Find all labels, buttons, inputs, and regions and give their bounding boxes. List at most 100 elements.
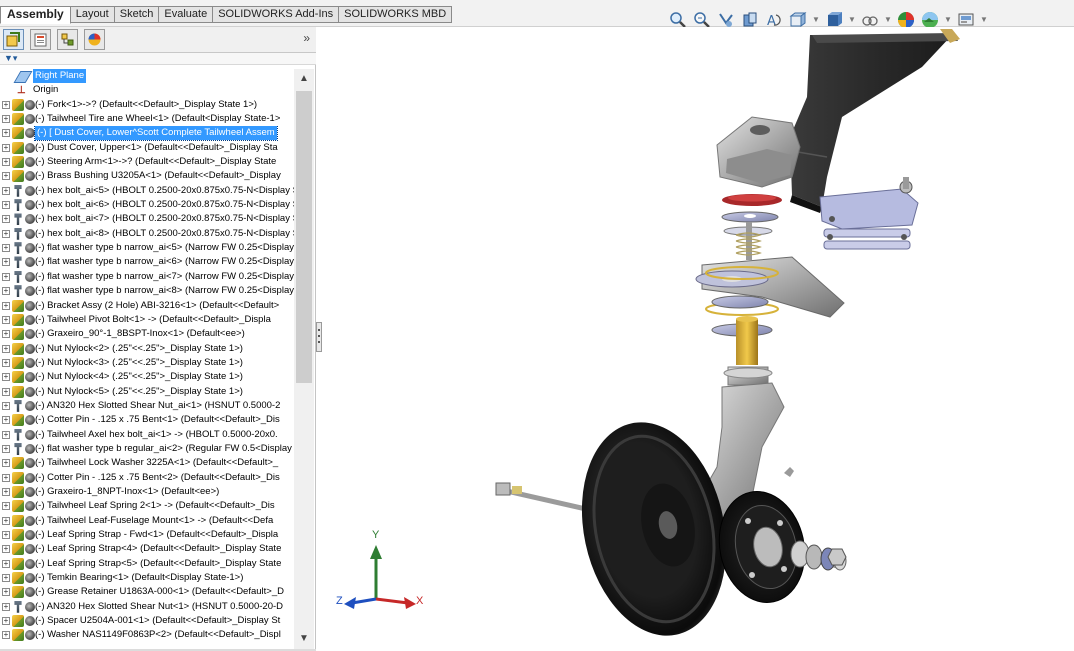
expand-icon[interactable]: + <box>2 430 10 439</box>
tab-solidworks-mbd[interactable]: SOLIDWORKS MBD <box>339 6 453 23</box>
tree-item[interactable]: + (-) Leaf Spring Strap<4> (Default<<Defa… <box>0 542 294 556</box>
tab-layout[interactable]: Layout <box>70 6 115 23</box>
tree-item[interactable]: + (-) Dust Cover, Upper<1> (Default<<Defa… <box>0 141 294 155</box>
tree-item[interactable]: + (-) Spacer U2504A-001<1> (Default<<Defa… <box>0 614 294 628</box>
expand-icon[interactable]: + <box>2 215 10 224</box>
tree-item[interactable]: + (-) flat washer type b narrow_ai<7> (Na… <box>0 270 294 284</box>
expand-icon[interactable]: + <box>2 487 10 496</box>
expand-icon[interactable]: + <box>2 631 10 640</box>
tree-item[interactable]: + (-) Graxeiro-1_8NPT-Inox<1> (Default<ee… <box>0 485 294 499</box>
tree-item[interactable]: + (-) Nut Nylock<3> (.25"<<.25">_Display … <box>0 356 294 370</box>
expand-icon[interactable]: + <box>2 229 10 238</box>
tree-item[interactable]: + (-) flat washer type b narrow_ai<5> (Na… <box>0 241 294 255</box>
expand-icon[interactable]: + <box>2 258 10 267</box>
expand-icon[interactable]: + <box>2 315 10 324</box>
expand-icon[interactable]: + <box>2 115 10 124</box>
expand-icon[interactable]: + <box>2 100 10 109</box>
property-manager-tab[interactable] <box>30 29 51 50</box>
tree-item-origin[interactable]: ⊥ Origin <box>0 83 294 97</box>
expand-icon[interactable]: + <box>2 602 10 611</box>
expand-icon[interactable]: + <box>2 416 10 425</box>
expand-icon[interactable]: + <box>2 559 10 568</box>
expand-icon[interactable]: + <box>2 301 10 310</box>
scroll-thumb[interactable] <box>296 91 312 383</box>
tree-item[interactable]: + (-) hex bolt_ai<5> (HBOLT 0.2500-20x0.8… <box>0 184 294 198</box>
leaf-spring[interactable] <box>790 29 960 213</box>
tree-item[interactable]: + (-) Tailwheel Leaf-Fuselage Mount<1> ->… <box>0 514 294 528</box>
bearing-stack[interactable] <box>790 540 847 571</box>
tree-item[interactable]: + (-) Tailwheel Pivot Bolt<1> -> (Default… <box>0 313 294 327</box>
expand-icon[interactable]: + <box>2 172 10 181</box>
tree-item[interactable]: + (-) Temkin Bearing<1> (Default<Display … <box>0 571 294 585</box>
tab-assembly[interactable]: Assembly <box>0 6 71 24</box>
scroll-up-icon[interactable]: ▲ <box>294 71 314 87</box>
steering-arm[interactable] <box>695 256 845 318</box>
tree-item[interactable]: + (-) Grease Retainer U1863A-000<1> (Defa… <box>0 585 294 599</box>
expand-icon[interactable]: + <box>2 502 10 511</box>
tree-item[interactable]: + (-) hex bolt_ai<6> (HBOLT 0.2500-20x0.8… <box>0 198 294 212</box>
expand-icon[interactable]: + <box>2 344 10 353</box>
tree-item[interactable]: + (-) AN320 Hex Slotted Shear Nut_ai<1> (… <box>0 399 294 413</box>
tree-item[interactable]: + (-) flat washer type b narrow_ai<8> (Na… <box>0 284 294 298</box>
expand-icon[interactable]: + <box>2 473 10 482</box>
tree-item[interactable]: + (-) Cotter Pin - .125 x .75 Bent<2> (De… <box>0 471 294 485</box>
display-manager-tab[interactable] <box>84 29 105 50</box>
tree-item[interactable]: + (-) Cotter Pin - .125 x .75 Bent<1> (De… <box>0 413 294 427</box>
configuration-manager-tab[interactable] <box>57 29 78 50</box>
tree-item[interactable]: + (-) Tailwheel Leaf Spring 2<1> -> (Defa… <box>0 499 294 513</box>
tree-item[interactable]: + (-) flat washer type b regular_ai<2> (R… <box>0 442 294 456</box>
expand-icon[interactable]: + <box>2 444 10 453</box>
feature-manager-tab[interactable] <box>3 29 24 50</box>
tree-item[interactable]: + (-) Bracket Assy (2 Hole) ABI-3216<1> (… <box>0 299 294 313</box>
tree-item[interactable]: + (-) [ Dust Cover, Lower^Scott Complete … <box>0 126 294 141</box>
expand-icon[interactable]: + <box>2 459 10 468</box>
expand-icon[interactable]: + <box>2 574 10 583</box>
tab-evaluate[interactable]: Evaluate <box>159 6 214 23</box>
expand-icon[interactable]: + <box>2 244 10 253</box>
tree-item[interactable]: + (-) Graxeiro_90°-1_8BSPT-Inox<1> (Defau… <box>0 327 294 341</box>
tree-item-right-plane[interactable]: Right Plane <box>0 69 294 83</box>
tailwheel-assembly-model[interactable] <box>322 27 1074 651</box>
upper-mount[interactable] <box>716 116 801 188</box>
brass-bushing[interactable] <box>736 319 758 365</box>
expand-icon[interactable]: + <box>2 272 10 281</box>
tree-item[interactable]: + (-) Tailwheel Axel hex bolt_ai<1> -> (H… <box>0 428 294 442</box>
expand-icon[interactable]: + <box>2 401 10 410</box>
tab-solidworks-add-ins[interactable]: SOLIDWORKS Add-Ins <box>213 6 340 23</box>
expand-icon[interactable]: + <box>2 617 10 626</box>
expand-icon[interactable]: + <box>2 158 10 167</box>
expand-icon[interactable]: + <box>2 373 10 382</box>
filter-icon[interactable]: ▼▾ <box>4 53 17 64</box>
expand-icon[interactable]: + <box>2 287 10 296</box>
bracket-assy[interactable] <box>819 177 919 250</box>
tree-item[interactable]: + (-) hex bolt_ai<7> (HBOLT 0.2500-20x0.8… <box>0 212 294 226</box>
tree-item[interactable]: + (-) Steering Arm<1>->? (Default<<Defaul… <box>0 155 294 169</box>
tree-item[interactable]: + (-) Leaf Spring Strap<5> (Default<<Defa… <box>0 557 294 571</box>
tree-item[interactable]: + (-) AN320 Hex Slotted Shear Nut<1> (HSN… <box>0 600 294 614</box>
tree-item[interactable]: + (-) Leaf Spring Strap - Fwd<1> (Default… <box>0 528 294 542</box>
expand-icon[interactable]: + <box>2 129 10 138</box>
expand-icon[interactable]: + <box>2 143 10 152</box>
tree-item[interactable]: + (-) Fork<1>->? (Default<<Default>_Displ… <box>0 98 294 112</box>
tree-item[interactable]: + (-) flat washer type b narrow_ai<6> (Na… <box>0 255 294 269</box>
tree-item[interactable]: + (-) Tailwheel Tire ane Wheel<1> (Defaul… <box>0 112 294 126</box>
tree-item[interactable]: + (-) Nut Nylock<2> (.25"<<.25">_Display … <box>0 342 294 356</box>
expand-icon[interactable]: + <box>2 201 10 210</box>
expand-icon[interactable]: + <box>2 545 10 554</box>
tree-item[interactable]: + (-) Tailwheel Lock Washer 3225A<1> (Def… <box>0 456 294 470</box>
expand-icon[interactable]: + <box>2 531 10 539</box>
collapse-panel-button[interactable]: » <box>303 31 310 45</box>
tree-vertical-scrollbar[interactable]: ▲ ▼ <box>294 69 314 649</box>
expand-icon[interactable]: + <box>2 588 10 597</box>
expand-icon[interactable]: + <box>2 358 10 367</box>
tree-item[interactable]: + (-) Brass Bushing U3205A<1> (Default<<D… <box>0 169 294 183</box>
tree-item[interactable]: + (-) hex bolt_ai<8> (HBOLT 0.2500-20x0.8… <box>0 227 294 241</box>
tree-item[interactable]: + (-) Nut Nylock<4> (.25"<<.25">_Display … <box>0 370 294 384</box>
expand-icon[interactable]: + <box>2 186 10 195</box>
expand-icon[interactable]: + <box>2 330 10 339</box>
tab-sketch[interactable]: Sketch <box>114 6 160 23</box>
expand-icon[interactable]: + <box>2 387 10 396</box>
tree-item[interactable]: + (-) Washer NAS1149F0863P<2> (Default<<D… <box>0 628 294 642</box>
tree-item[interactable]: + (-) Nut Nylock<5> (.25"<<.25">_Display … <box>0 385 294 399</box>
scroll-down-icon[interactable]: ▼ <box>294 631 314 647</box>
